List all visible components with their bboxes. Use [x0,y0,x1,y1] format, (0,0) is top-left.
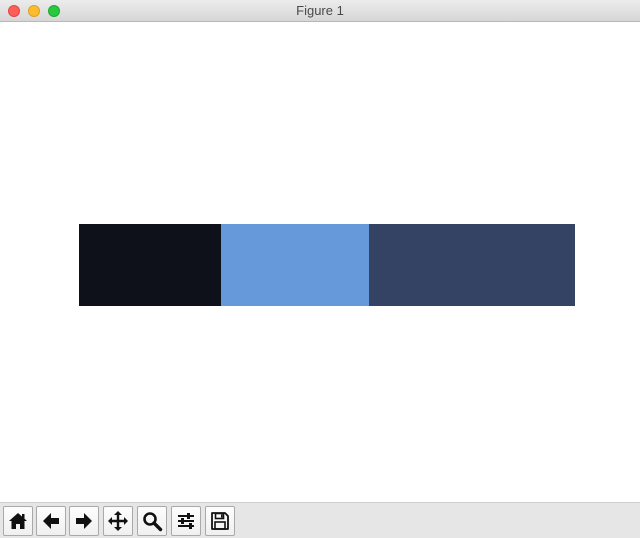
color-swatch-1 [79,224,221,306]
move-icon [108,511,128,531]
sliders-icon [178,513,194,529]
window-title: Figure 1 [296,3,344,18]
figure-canvas[interactable] [0,22,640,502]
back-button[interactable] [36,506,66,536]
color-swatch-3 [368,224,575,306]
figure-window: Figure 1 [0,0,640,538]
home-button[interactable] [3,506,33,536]
magnifier-icon [143,512,163,532]
navigation-toolbar [0,502,640,538]
forward-button[interactable] [69,506,99,536]
arrow-left-icon [43,513,59,529]
color-swatch-2 [220,224,369,306]
floppy-disk-icon [211,512,229,530]
zoom-button[interactable] [137,506,167,536]
configure-subplots-button[interactable] [171,506,201,536]
color-swatch-strip [79,224,575,306]
save-button[interactable] [205,506,235,536]
title-bar[interactable]: Figure 1 [0,0,640,22]
home-icon [9,513,27,529]
arrow-right-icon [76,513,92,529]
pan-button[interactable] [103,506,133,536]
